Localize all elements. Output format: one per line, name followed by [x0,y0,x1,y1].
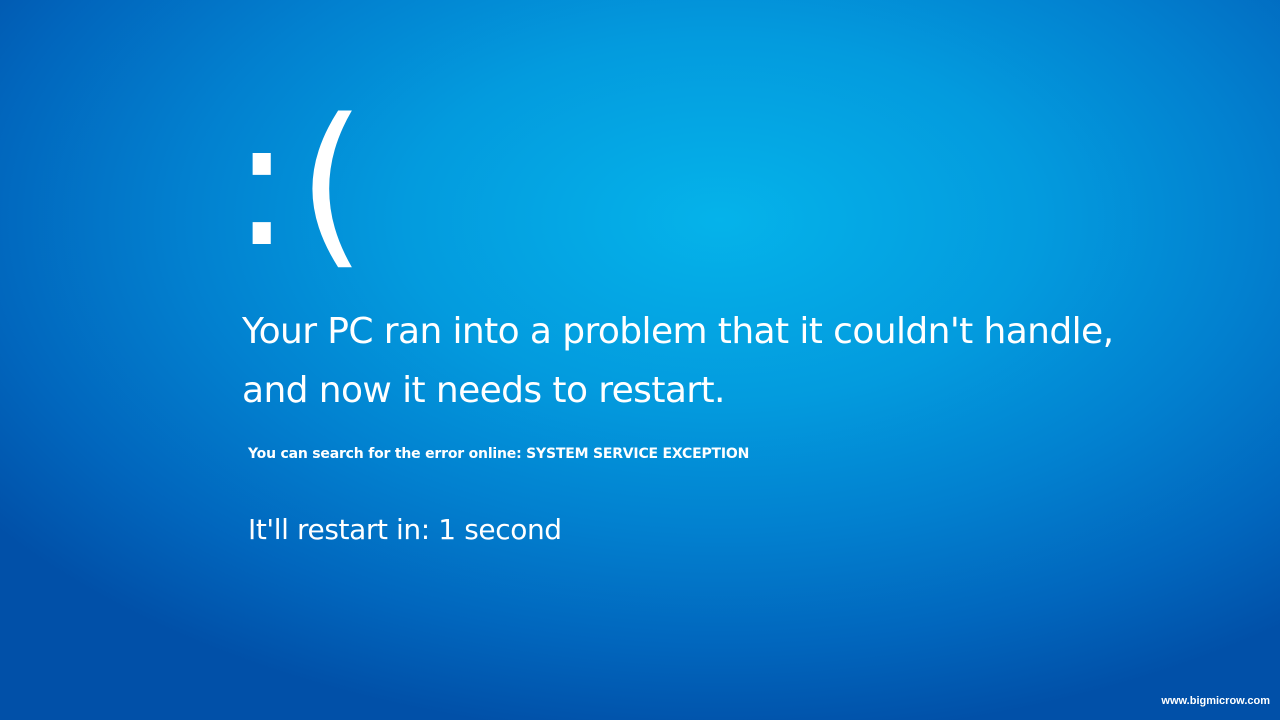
restart-countdown: It'll restart in: 1 second [248,513,562,546]
error-headline: Your PC ran into a problem that it could… [242,302,1252,420]
sad-face-emoticon: :( [232,81,372,286]
error-code-message: You can search for the error online: SYS… [248,446,750,462]
website-watermark: www.bigmicrow.com [1161,695,1270,707]
error-headline-line-2: and now it needs to restart. [242,370,725,411]
error-headline-line-1: Your PC ran into a problem that it could… [242,311,1114,352]
blue-screen-of-death: :( Your PC ran into a problem that it co… [0,0,1280,720]
